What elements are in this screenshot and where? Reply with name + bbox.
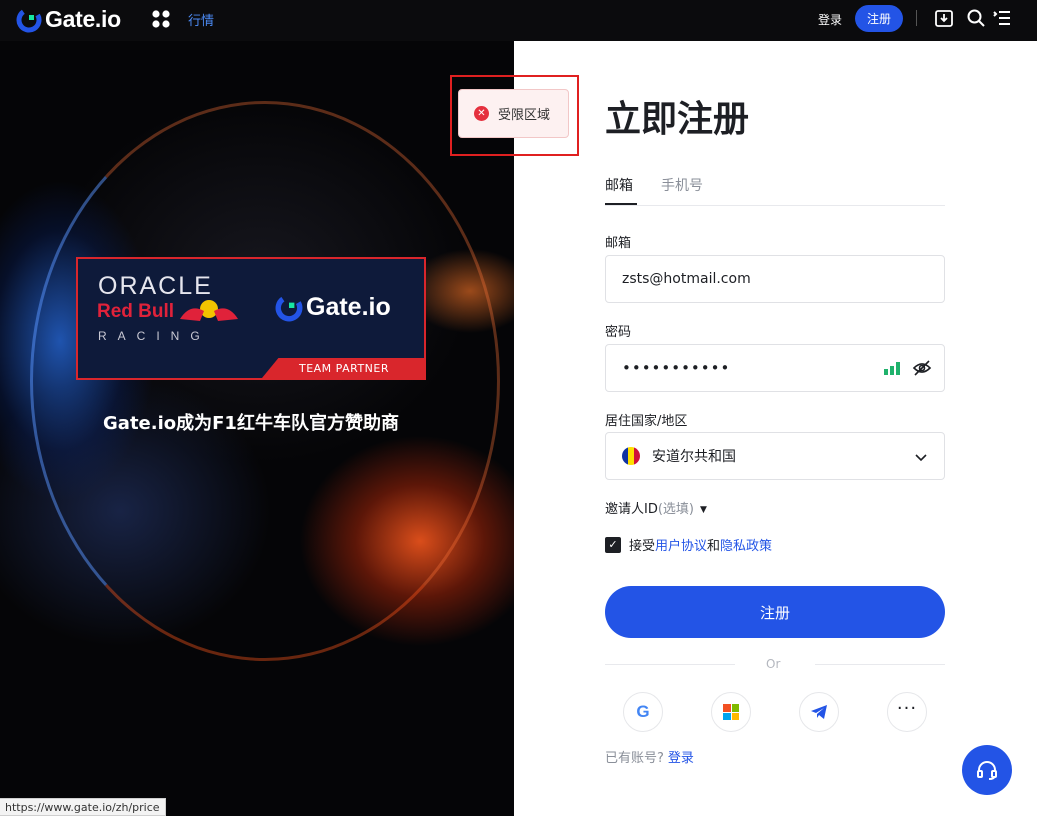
toast-text: 受限区域 xyxy=(498,108,551,123)
invite-label: 邀请人ID xyxy=(605,502,658,517)
have-account-row: 已有账号? 登录 xyxy=(605,747,694,766)
have-account-text: 已有账号? xyxy=(605,751,664,766)
sponsor-card: ORACLE Red Bull RACING Gate.io TEAM PART… xyxy=(76,257,426,380)
agreement-row: ✓ 接受 用户协议和隐私政策 xyxy=(605,535,772,554)
privacy-link[interactable]: 隐私政策 xyxy=(720,535,772,554)
active-tab-indicator xyxy=(605,203,637,205)
country-select[interactable]: 安道尔共和国 xyxy=(605,432,945,480)
helmet-graphic xyxy=(30,101,500,661)
password-field[interactable]: ••••••••••• xyxy=(605,344,945,392)
terms-link[interactable]: 用户协议 xyxy=(655,535,707,554)
headset-icon xyxy=(977,761,997,780)
eye-off-icon[interactable] xyxy=(912,359,932,377)
password-label: 密码 xyxy=(605,325,632,340)
card-gate-icon xyxy=(275,294,303,321)
google-login-button[interactable]: G xyxy=(623,692,663,732)
email-field[interactable]: zsts@hotmail.com xyxy=(605,255,945,303)
top-nav: Gate.io 行情 登录 注册 xyxy=(0,0,1037,41)
apps-grid-icon[interactable] xyxy=(151,9,171,29)
country-value: 安道尔共和国 xyxy=(652,449,736,465)
hero-caption: Gate.io成为F1红牛车队官方赞助商 xyxy=(103,413,399,434)
menu-icon[interactable] xyxy=(992,8,1012,28)
microsoft-icon xyxy=(723,704,739,720)
nav-login-link[interactable]: 登录 xyxy=(818,11,842,28)
logo-text: Gate.io xyxy=(45,6,121,32)
restricted-region-toast: ✕ 受限区域 xyxy=(458,89,569,138)
more-login-button[interactable]: ··· xyxy=(887,692,927,732)
support-chat-button[interactable] xyxy=(962,745,1012,795)
hero-banner: ORACLE Red Bull RACING Gate.io TEAM PART… xyxy=(0,41,514,816)
more-icon: ··· xyxy=(896,697,918,719)
download-icon[interactable] xyxy=(934,8,954,28)
racing-text: RACING xyxy=(98,329,211,343)
invite-id-toggle[interactable]: 邀请人ID(选填) ▼ xyxy=(605,498,707,517)
email-value: zsts@hotmail.com xyxy=(622,271,751,287)
google-icon: G xyxy=(636,702,650,721)
login-link[interactable]: 登录 xyxy=(668,751,694,766)
nav-register-button[interactable]: 注册 xyxy=(855,5,903,32)
nav-divider xyxy=(916,10,917,26)
gate-logo[interactable]: Gate.io xyxy=(16,6,121,33)
card-gate-logo: Gate.io xyxy=(275,293,391,322)
gate-logo-icon xyxy=(16,7,42,32)
telegram-icon xyxy=(811,705,827,719)
or-text: Or xyxy=(766,657,781,671)
error-icon: ✕ xyxy=(474,106,489,121)
redbull-logo-text: Red Bull xyxy=(97,301,175,322)
caret-down-icon: ▼ xyxy=(700,504,707,515)
nav-markets-link[interactable]: 行情 xyxy=(188,10,214,29)
tab-phone[interactable]: 手机号 xyxy=(661,175,703,195)
chevron-down-icon xyxy=(915,454,927,462)
country-label: 居住国家/地区 xyxy=(605,414,688,429)
andorra-flag-icon xyxy=(622,447,640,465)
tabs-divider xyxy=(605,205,945,206)
search-icon[interactable] xyxy=(966,8,986,28)
page-title: 立即注册 xyxy=(605,99,750,140)
agree-and: 和 xyxy=(707,539,721,554)
status-bar-url: https://www.gate.io/zh/price xyxy=(0,798,166,816)
microsoft-login-button[interactable] xyxy=(711,692,751,732)
card-gate-text: Gate.io xyxy=(306,293,391,321)
team-partner-badge: TEAM PARTNER xyxy=(262,358,426,378)
password-strength-icon xyxy=(884,362,900,375)
register-submit-button[interactable]: 注册 xyxy=(605,586,945,638)
agree-prefix: 接受 xyxy=(629,539,656,554)
email-label: 邮箱 xyxy=(605,236,632,251)
redbull-bulls-icon xyxy=(180,300,238,321)
password-value: ••••••••••• xyxy=(622,359,731,377)
or-divider-right xyxy=(815,664,945,665)
agree-checkbox[interactable]: ✓ xyxy=(605,536,621,553)
invite-optional: (选填) xyxy=(657,502,695,517)
telegram-login-button[interactable] xyxy=(799,692,839,732)
tab-email[interactable]: 邮箱 xyxy=(605,175,633,195)
or-divider-left xyxy=(605,664,735,665)
